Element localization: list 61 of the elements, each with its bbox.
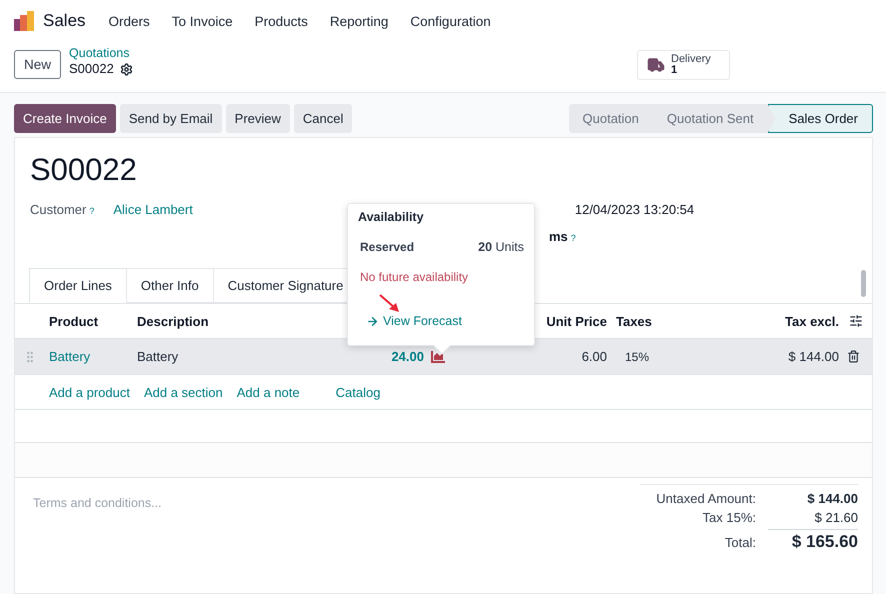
order-line-row[interactable]: Battery Battery 24.00 6.00 15% $ 144.00 — [15, 338, 872, 374]
column-header: Taxes — [615, 314, 653, 328]
scrollbar-thumb[interactable] — [861, 270, 866, 297]
column-settings-icon[interactable] — [849, 314, 863, 328]
column-header: Product — [49, 314, 100, 328]
add-line-link[interactable]: Add a product — [49, 384, 130, 400]
column-header: Tax excl. — [784, 314, 839, 328]
settings-icon[interactable] — [120, 62, 133, 76]
total-value: $ 144.00 — [806, 491, 858, 506]
total-label: Tax 15%: — [702, 510, 757, 525]
tab[interactable]: Order Lines — [29, 268, 127, 303]
add-line-link[interactable]: Add a note — [236, 384, 300, 400]
menu-item[interactable]: Reporting — [318, 14, 400, 28]
add-line-link[interactable]: Catalog — [336, 384, 380, 400]
table-cell-text: $ 144.00 — [787, 349, 839, 364]
app-logo-icon — [14, 11, 34, 31]
popover-title: Availability — [358, 210, 425, 224]
total-value: $ 21.60 — [814, 510, 858, 525]
menu-item[interactable]: To Invoice — [160, 14, 244, 28]
status-stage[interactable]: Quotation — [568, 104, 653, 133]
order-date: 12/04/2023 13:20:54 — [574, 202, 694, 217]
record-title: S00022 — [30, 151, 138, 189]
add-line-link[interactable]: Add a section — [144, 384, 223, 400]
action-button[interactable]: Send by Email — [120, 104, 222, 133]
customer-link[interactable]: Alice Lambert — [113, 202, 193, 217]
delete-icon[interactable] — [847, 350, 860, 363]
action-button[interactable]: Preview — [226, 104, 290, 133]
delivery-smart-button[interactable]: Delivery 1 — [637, 50, 730, 80]
arrow-right-icon — [366, 314, 379, 328]
app-name[interactable]: Sales — [43, 11, 86, 31]
action-button[interactable]: Create Invoice — [14, 104, 116, 133]
field-label: ms — [549, 229, 568, 244]
field-label: Customer — [30, 202, 86, 217]
menu-item[interactable]: Configuration — [399, 14, 502, 28]
total-label: Total: — [724, 535, 757, 550]
help-mark[interactable]: ? — [570, 233, 576, 243]
table-cell-text: 6.00 — [580, 349, 607, 364]
table-cell-text: Battery — [49, 349, 92, 364]
total-label: Untaxed Amount: — [655, 491, 757, 506]
action-button[interactable]: Cancel — [294, 104, 352, 133]
status-stage[interactable]: Sales Order — [768, 104, 873, 133]
help-mark[interactable]: ? — [89, 206, 94, 216]
breadcrumb-link[interactable]: Quotations — [69, 46, 133, 61]
total-value: $ 165.60 — [768, 529, 858, 552]
table-cell-text: 15% — [624, 350, 650, 364]
forecast-chart-icon[interactable] — [431, 350, 445, 362]
availability-warning: No future availability — [359, 270, 470, 284]
new-button[interactable]: New — [14, 50, 62, 79]
table-cell-text: Battery — [137, 349, 180, 364]
menu-item[interactable]: Orders — [98, 14, 161, 28]
reserved-label: Reserved — [360, 240, 414, 254]
reserved-quantity: 20 Units — [478, 240, 524, 254]
view-forecast-link[interactable]: View Forecast — [358, 314, 462, 328]
table-cell: 24.00 — [391, 349, 424, 364]
record-name: S00022 — [69, 61, 114, 77]
status-stage[interactable]: Quotation Sent — [652, 104, 768, 133]
column-header: Description — [137, 314, 210, 328]
menu-item[interactable]: Products — [244, 14, 319, 28]
truck-icon — [647, 56, 665, 74]
tab[interactable]: Other Info — [126, 268, 214, 303]
annotation-arrow — [379, 294, 401, 314]
